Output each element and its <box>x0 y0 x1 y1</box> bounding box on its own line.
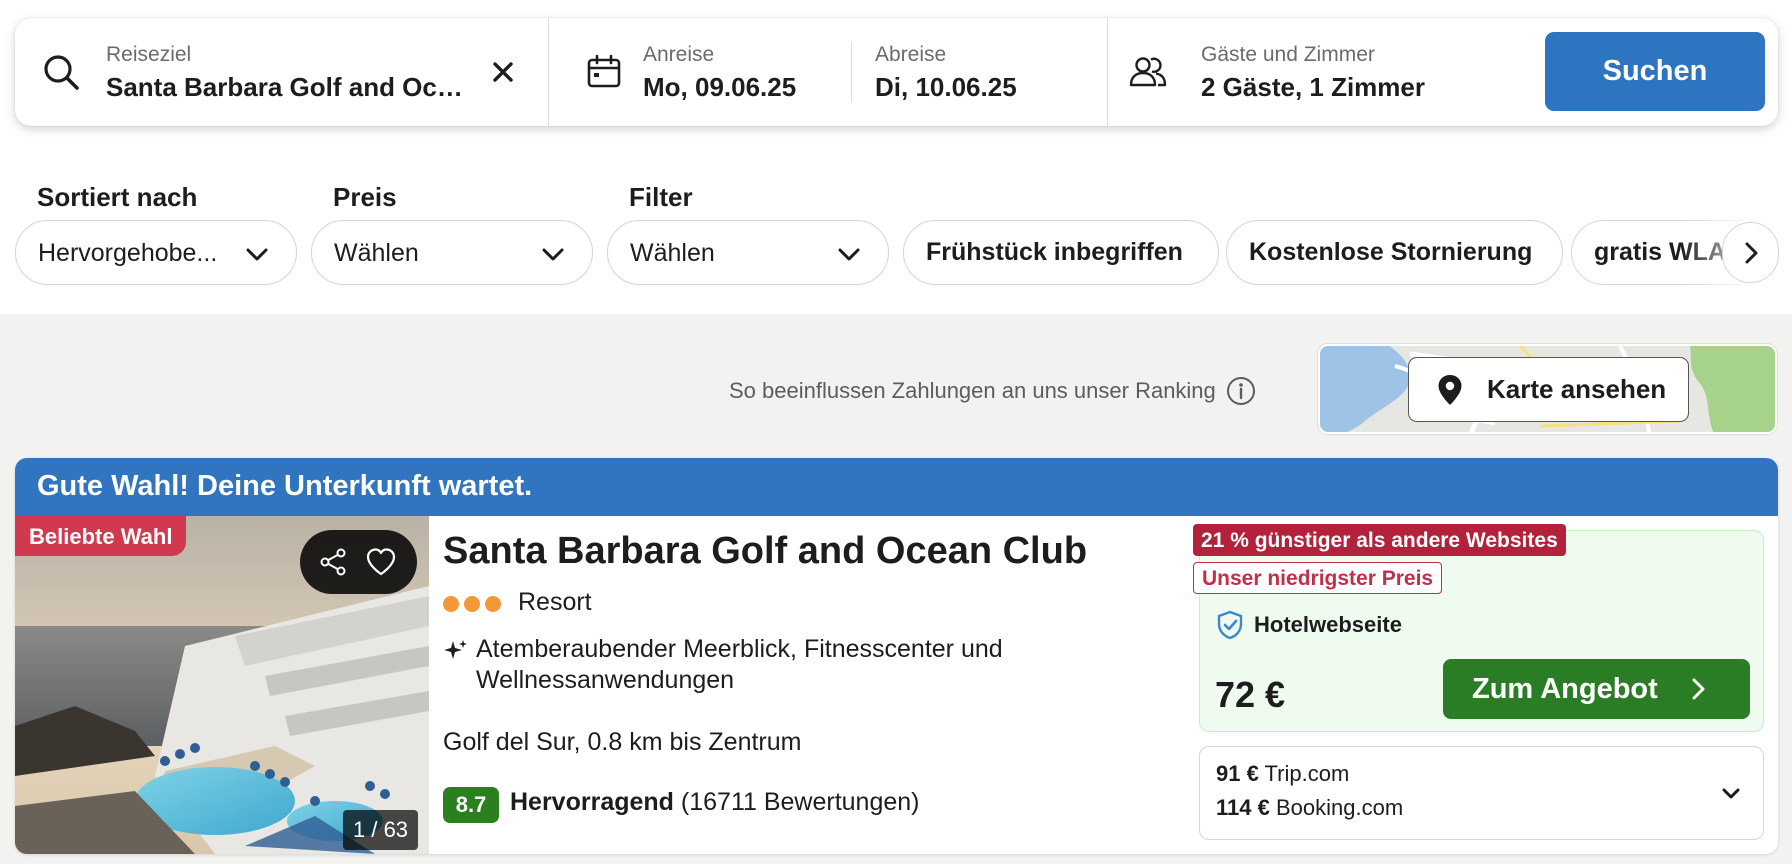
promo-banner: Gute Wahl! Deine Unterkunft wartet. <box>15 458 1778 516</box>
share-icon <box>320 548 346 576</box>
chevron-right-icon <box>1692 678 1705 700</box>
view-offer-label: Zum Angebot <box>1472 672 1658 705</box>
checkout-value: Di, 10.06.25 <box>875 72 1017 102</box>
results-area: So beeinflussen Zahlungen an uns unser R… <box>0 314 1792 864</box>
view-offer-button[interactable]: Zum Angebot <box>1443 659 1750 719</box>
alt-price: 91 € <box>1216 761 1259 786</box>
chevron-down-icon <box>246 248 268 261</box>
sort-dropdown[interactable]: Hervorgehobe... <box>15 220 297 285</box>
hotel-highlights: Atemberaubender Meerblick, Fitnesscenter… <box>476 635 1003 694</box>
alt-price: 114 € <box>1216 795 1270 820</box>
chip-free-cancellation[interactable]: Kostenlose Stornierung <box>1226 220 1563 285</box>
price-dropdown[interactable]: Wählen <box>311 220 593 285</box>
sort-label: Sortiert nach <box>37 182 198 212</box>
show-map-button[interactable]: Karte ansehen <box>1408 357 1689 422</box>
chip-breakfast-included[interactable]: Frühstück inbegriffen <box>903 220 1219 285</box>
other-prices-dropdown[interactable]: 91 € Trip.com 114 € Booking.com <box>1199 746 1764 840</box>
hotel-stars <box>443 596 501 612</box>
price-label: Preis <box>333 182 397 212</box>
rating-summary[interactable]: Hervorragend (16711 Bewertungen) <box>510 788 920 817</box>
chevron-down-icon <box>1722 788 1740 799</box>
guests-icon <box>1128 52 1168 92</box>
alt-price-row: 91 € Trip.com <box>1216 761 1349 787</box>
map-pin-icon <box>1438 374 1462 405</box>
guests-value: 2 Gäste, 1 Zimmer <box>1201 72 1425 102</box>
alt-site: Booking.com <box>1275 795 1404 820</box>
ranking-note: So beeinflussen Zahlungen an uns unser R… <box>729 378 1216 403</box>
photo-actions <box>300 530 417 594</box>
alt-price-row: 114 € Booking.com <box>1216 795 1403 821</box>
sparkle-icon <box>444 640 467 659</box>
ranking-info-link[interactable]: So beeinflussen Zahlungen an uns unser R… <box>729 376 1256 406</box>
search-bar: Reiseziel Santa Barbara Golf and Ocean C… <box>15 18 1778 126</box>
deal-price: 72 € <box>1215 674 1286 715</box>
checkin-value: Mo, 09.06.25 <box>643 72 797 102</box>
checkin-label: Anreise <box>643 43 715 66</box>
scroll-right-button[interactable] <box>1722 222 1779 283</box>
hotel-type: Resort <box>518 588 592 616</box>
sort-value: Hervorgehobe... <box>38 239 218 267</box>
hotel-location: Golf del Sur, 0.8 km bis Zentrum <box>443 728 802 756</box>
calendar-icon <box>584 52 624 92</box>
guests-label: Gäste und Zimmer <box>1201 43 1375 66</box>
rating-label: Hervorragend <box>510 788 674 816</box>
heart-icon <box>366 548 396 576</box>
checkout-field[interactable]: Abreise Di, 10.06.25 <box>852 18 1122 126</box>
shield-check-icon <box>1217 610 1243 640</box>
close-icon <box>493 62 513 82</box>
show-map-label: Karte ansehen <box>1487 374 1667 404</box>
rating-count: (16711 Bewertungen) <box>680 788 920 816</box>
hotel-result-card: Gute Wahl! Deine Unterkunft wartet. Beli… <box>15 458 1778 854</box>
star-icon <box>464 596 480 612</box>
search-button[interactable]: Suchen <box>1545 32 1765 111</box>
destination-value[interactable]: Santa Barbara Golf and Ocean Club <box>106 72 466 103</box>
filter-value: Wählen <box>630 239 715 267</box>
chevron-down-icon <box>542 248 564 261</box>
filter-label: Filter <box>629 182 693 212</box>
filter-dropdown[interactable]: Wählen <box>607 220 889 285</box>
photo-counter: 1 / 63 <box>343 810 419 850</box>
lowest-price-badge: Unser niedrigster Preis <box>1193 562 1443 594</box>
checkin-field[interactable]: Anreise Mo, 09.06.25 <box>549 18 867 126</box>
search-icon <box>41 52 81 92</box>
destination-label: Reiseziel <box>106 43 192 66</box>
alt-site: Trip.com <box>1264 761 1350 786</box>
hotel-name[interactable]: Santa Barbara Golf and Ocean Club <box>443 530 1087 573</box>
favorite-button[interactable] <box>365 546 397 578</box>
star-icon <box>485 596 501 612</box>
cheaper-badge: 21 % günstiger als andere Websites <box>1193 524 1566 556</box>
chevron-right-icon <box>1745 242 1757 263</box>
star-icon <box>443 596 459 612</box>
guests-field[interactable]: Gäste und Zimmer 2 Gäste, 1 Zimmer <box>1108 18 1528 126</box>
chevron-down-icon <box>838 248 860 261</box>
info-icon <box>1226 377 1255 405</box>
price-value: Wählen <box>334 239 419 267</box>
clear-destination-button[interactable] <box>485 54 521 90</box>
destination-field[interactable]: Reiseziel Santa Barbara Golf and Ocean C… <box>15 18 548 126</box>
rating-score: 8.7 <box>443 787 499 823</box>
provider-name: Hotelwebseite <box>1254 612 1402 637</box>
popular-badge: Beliebte Wahl <box>15 516 187 556</box>
share-button[interactable] <box>317 546 349 578</box>
checkout-label: Abreise <box>875 43 947 66</box>
